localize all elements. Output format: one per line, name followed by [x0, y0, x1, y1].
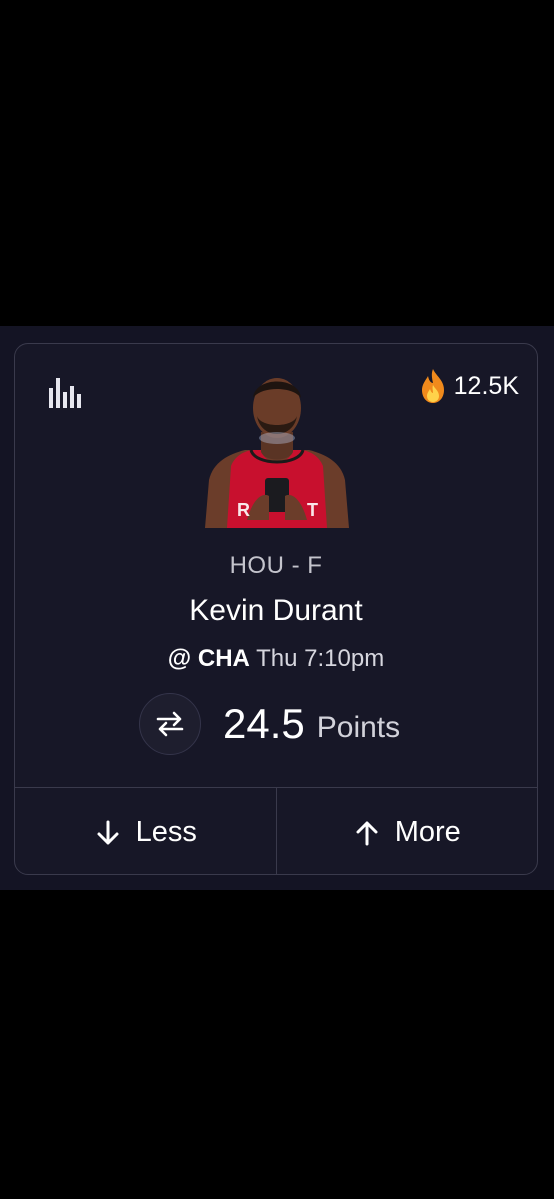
popularity-badge: 12.5K: [420, 366, 519, 406]
popularity-count: 12.5K: [453, 371, 519, 400]
svg-text:T: T: [307, 500, 318, 520]
svg-text:R: R: [237, 500, 250, 520]
less-label: Less: [135, 816, 197, 848]
swap-button[interactable]: [139, 693, 201, 755]
team-position: HOU - F: [229, 552, 323, 579]
bar-chart-icon[interactable]: [49, 378, 81, 408]
prop-line: 24.5 Points: [139, 692, 400, 756]
screen: 12.5K R T HOU - F Kevin Durant @ CHA Thu…: [0, 0, 554, 1199]
line-stat: Points: [316, 711, 401, 744]
flame-icon: [421, 369, 444, 403]
player-name: Kevin Durant: [189, 594, 363, 627]
opponent-team: CHA: [197, 645, 250, 672]
line-value: 24.5: [223, 700, 305, 747]
matchup: @ CHA Thu 7:10pm: [15, 645, 537, 673]
arrow-up-icon: [356, 821, 378, 845]
player-photo: R T: [197, 370, 357, 528]
swap-arrows-icon: [156, 711, 184, 737]
less-button[interactable]: Less: [15, 788, 276, 874]
arrow-down-icon: [97, 820, 119, 844]
game-time: Thu 7:10pm: [256, 645, 385, 672]
more-button[interactable]: More: [275, 788, 538, 874]
matchup-at: @: [167, 645, 192, 672]
pick-buttons: Less More: [15, 787, 538, 874]
more-label: More: [394, 816, 461, 848]
content-panel: 12.5K R T HOU - F Kevin Durant @ CHA Thu…: [0, 326, 554, 890]
player-prop-card[interactable]: 12.5K R T HOU - F Kevin Durant @ CHA Thu…: [14, 343, 538, 875]
